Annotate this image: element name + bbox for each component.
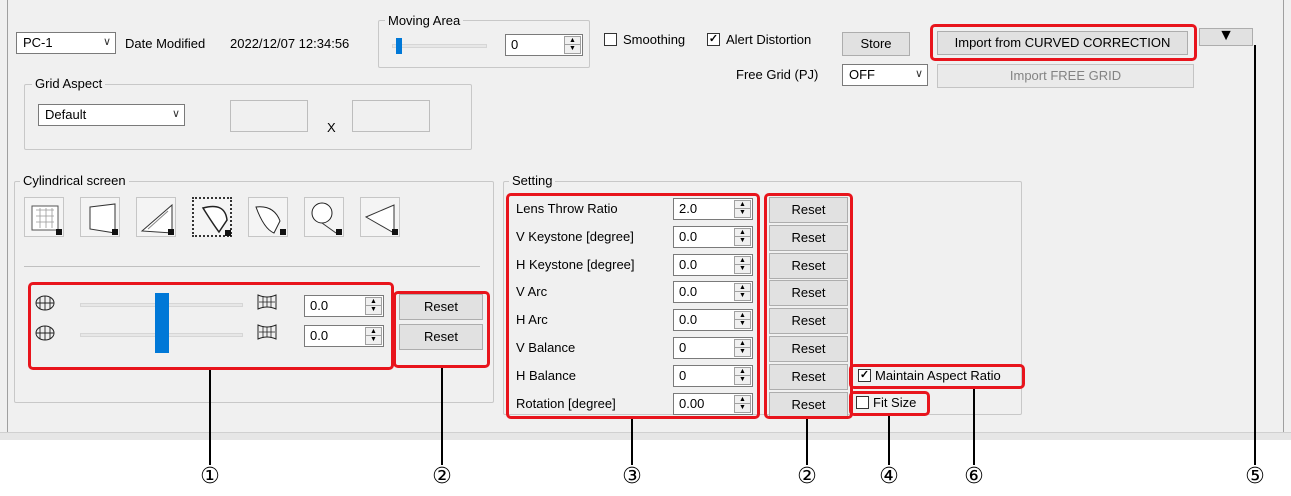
moving-area-spinner[interactable]: 0 ▲ ▼	[505, 34, 583, 56]
leader-line-6	[973, 389, 975, 465]
mode-button-1[interactable]	[24, 197, 64, 237]
moving-area-slider-track[interactable]	[392, 44, 487, 48]
panel-bottom-bar	[0, 432, 1291, 440]
import-free-grid-button[interactable]: Import FREE GRID	[937, 64, 1194, 88]
chevron-down-icon: ∨	[171, 108, 180, 120]
free-grid-select[interactable]: OFF ∨	[842, 64, 928, 86]
setting-title: Setting	[509, 173, 556, 188]
leader-line-1	[209, 370, 211, 465]
leader-line-2a	[441, 368, 443, 465]
leader-line-5	[1254, 45, 1256, 465]
mode-button-6[interactable]	[304, 197, 344, 237]
dome-mode-icon	[306, 199, 344, 240]
mode-button-3[interactable]	[136, 197, 176, 237]
grid-height-field[interactable]	[352, 100, 430, 132]
callout-3: ③	[622, 464, 642, 489]
free-grid-value: OFF	[849, 67, 875, 82]
chevron-down-icon: ∨	[102, 36, 111, 48]
perspective-mode-icon	[138, 199, 176, 240]
callout-1: ①	[200, 464, 220, 489]
grid-x-label: X	[327, 120, 336, 135]
date-modified-value: 2022/12/07 12:34:56	[230, 36, 350, 51]
highlight-box-sliders	[28, 282, 394, 370]
corner-mode-icon	[362, 199, 400, 240]
source-select-value: PC-1	[23, 35, 53, 50]
mode-button-2[interactable]	[80, 197, 120, 237]
panel-left-edge	[7, 0, 8, 432]
callout-6: ⑥	[964, 464, 984, 489]
triangle-down-icon: ▼	[1218, 27, 1234, 44]
leader-line-4	[888, 416, 890, 465]
leader-line-3	[631, 419, 633, 465]
mode-button-4[interactable]	[192, 197, 232, 237]
grid-width-field[interactable]	[230, 100, 308, 132]
keystone-mode-icon	[82, 199, 120, 240]
panel-right-edge	[1283, 0, 1284, 432]
callout-2b: ②	[797, 464, 817, 489]
highlight-box-setting-values	[506, 193, 760, 419]
highlight-box-maintain-aspect	[849, 364, 1025, 389]
smoothing-checkbox[interactable]	[604, 33, 617, 46]
cylindrical-divider	[24, 266, 480, 267]
mode-button-7[interactable]	[360, 197, 400, 237]
alert-distortion-checkbox[interactable]: ✓	[707, 33, 720, 46]
cylinder-side-mode-icon	[250, 199, 288, 240]
moving-area-value: 0	[511, 37, 519, 52]
highlight-box-fit-size	[849, 391, 930, 416]
grid-mode-icon	[26, 199, 64, 240]
grid-aspect-value: Default	[45, 107, 87, 122]
highlight-box-cylinder-resets	[393, 291, 490, 368]
date-modified-label: Date Modified	[125, 36, 206, 51]
moving-area-slider-thumb[interactable]	[396, 38, 402, 54]
grid-aspect-title: Grid Aspect	[32, 76, 106, 91]
chevron-down-icon: ∨	[914, 68, 923, 80]
smoothing-label: Smoothing	[623, 32, 686, 47]
spinner-arrows-icon[interactable]: ▲ ▼	[564, 36, 581, 54]
free-grid-label: Free Grid (PJ)	[736, 67, 819, 82]
store-button[interactable]: Store	[842, 32, 910, 56]
moving-area-title: Moving Area	[385, 13, 464, 28]
leader-line-2b	[806, 419, 808, 465]
alert-distortion-label: Alert Distortion	[726, 32, 812, 47]
highlight-box-setting-resets	[764, 193, 853, 419]
dropdown-menu-button[interactable]: ▼	[1199, 28, 1253, 46]
grid-aspect-select[interactable]: Default ∨	[38, 104, 185, 126]
source-select[interactable]: PC-1 ∨	[16, 32, 116, 54]
cylindrical-screen-title: Cylindrical screen	[20, 173, 129, 188]
callout-2a: ②	[432, 464, 452, 489]
cylinder-arc-mode-icon	[195, 200, 233, 241]
highlight-box-import-curved	[930, 24, 1197, 61]
callout-5: ⑤	[1245, 464, 1265, 489]
mode-button-5[interactable]	[248, 197, 288, 237]
callout-4: ④	[879, 464, 899, 489]
